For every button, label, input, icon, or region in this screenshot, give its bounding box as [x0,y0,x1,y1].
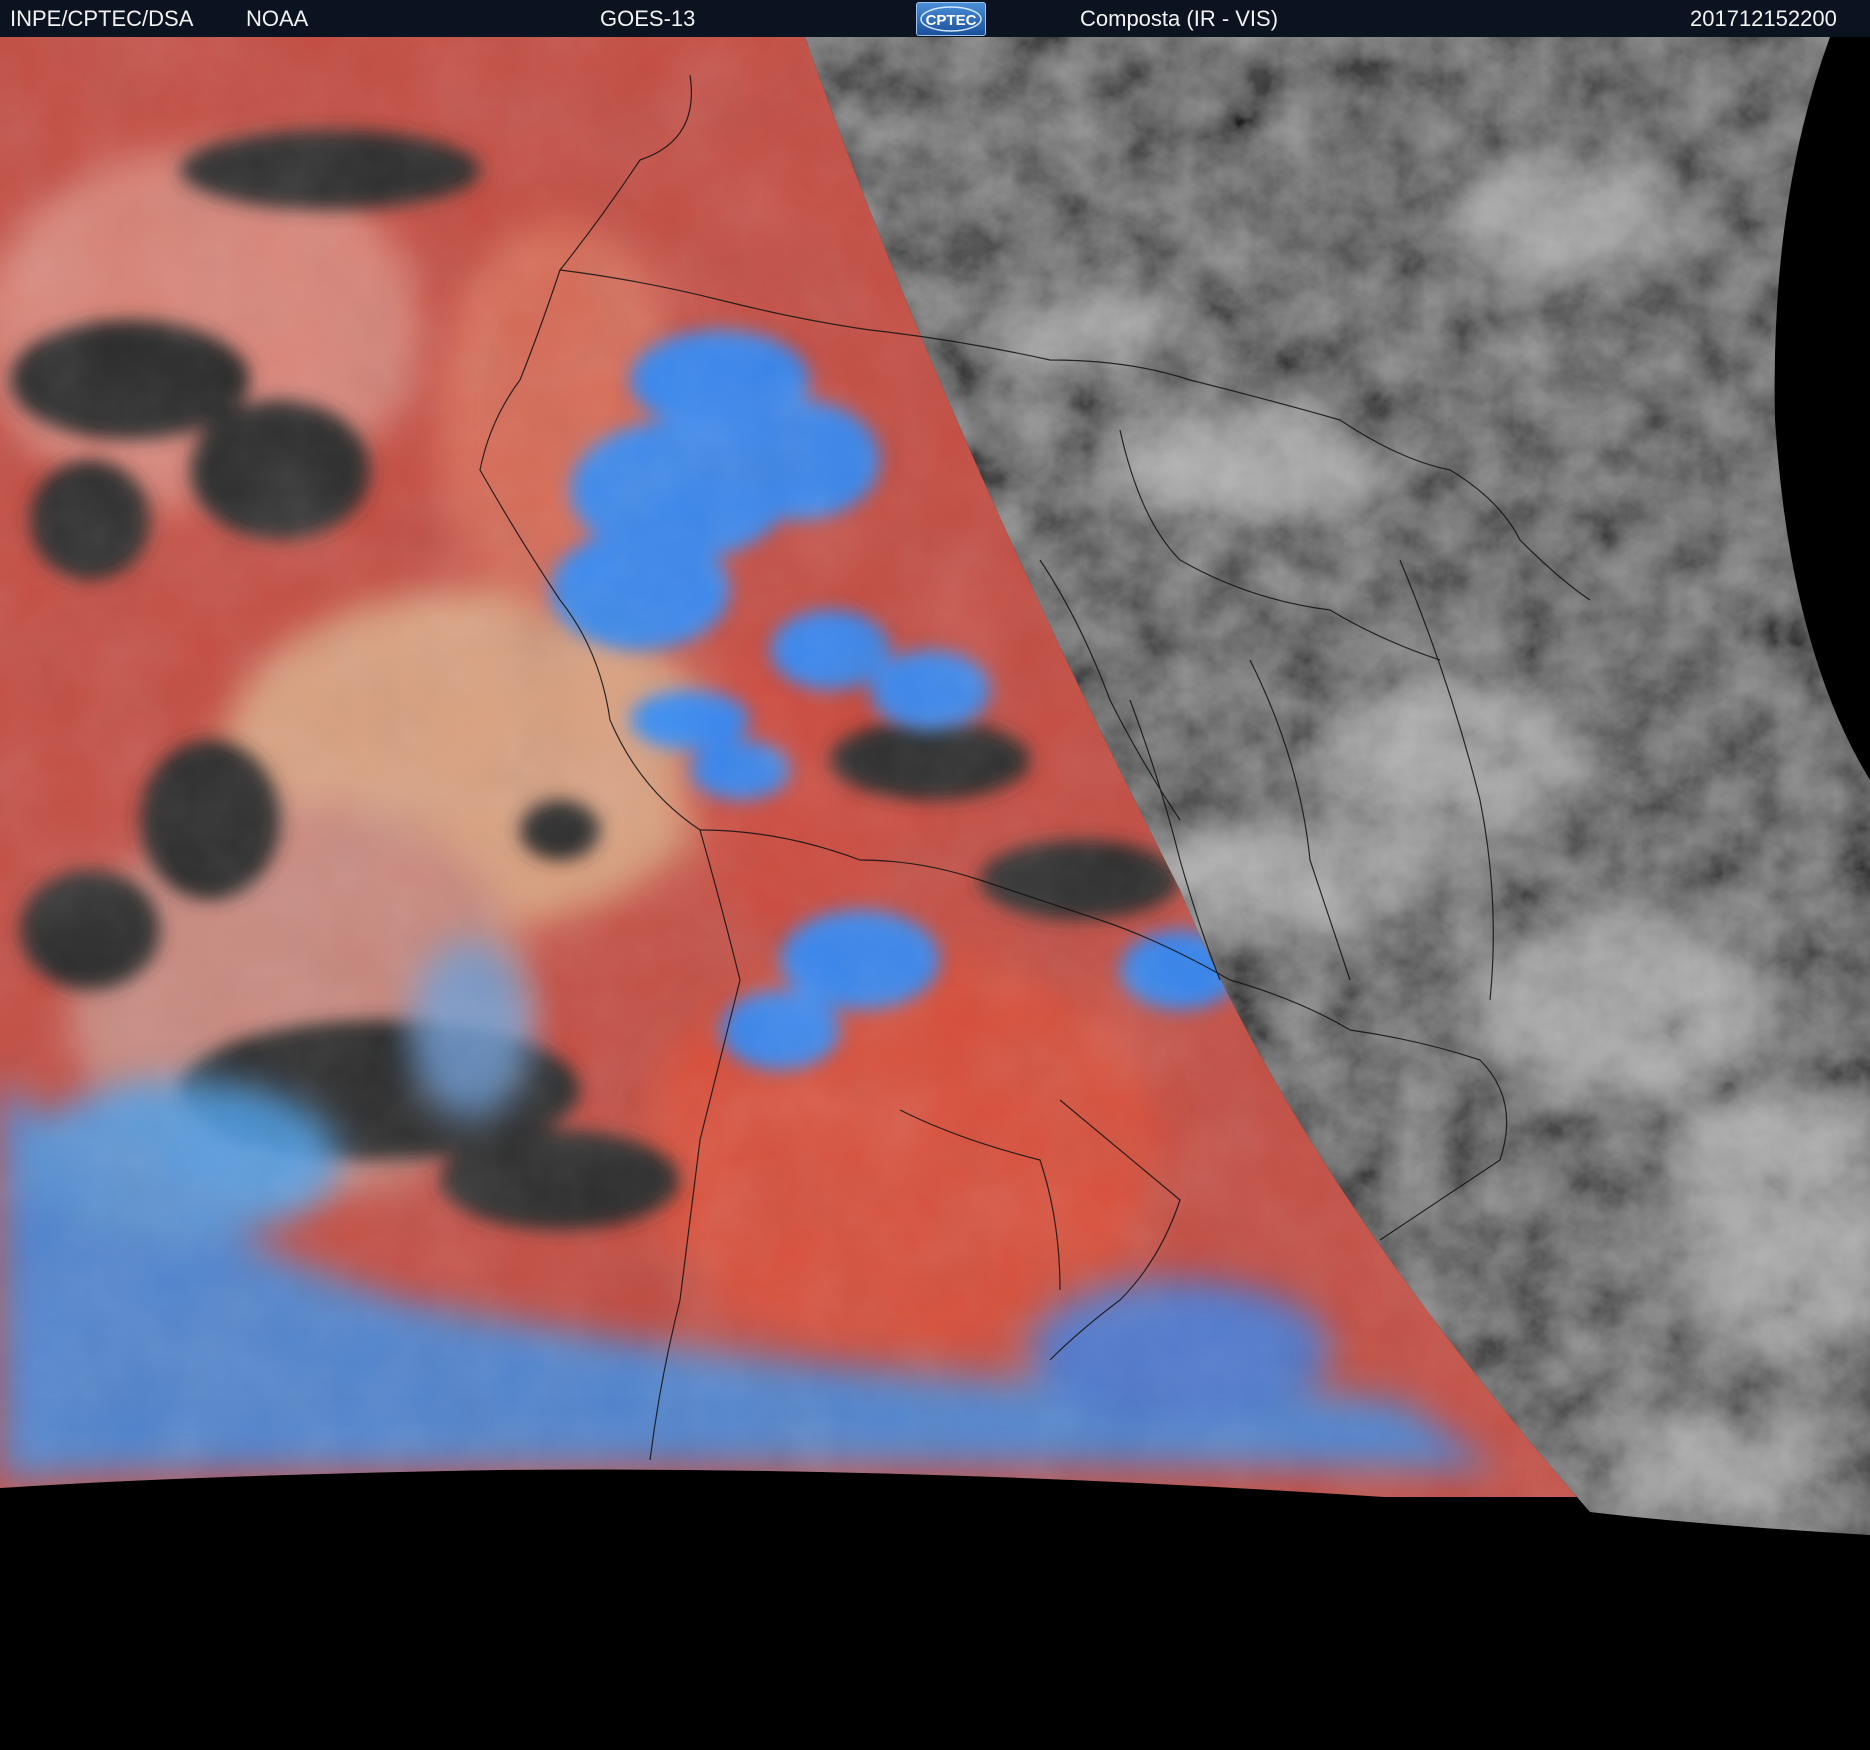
institution-label: INPE/CPTEC/DSA [10,6,194,31]
header-bar: INPE/CPTEC/DSA NOAA GOES-13 CPTEC Compos… [0,0,1870,37]
product-label: Composta (IR - VIS) [1080,6,1279,31]
satellite-image [0,37,1870,1750]
satellite-label: GOES-13 [600,6,696,31]
logo-text: CPTEC [926,12,977,29]
timestamp-label: 201712152200 [1690,6,1837,31]
agency-label: NOAA [246,6,309,31]
cptec-logo: CPTEC [916,2,986,36]
